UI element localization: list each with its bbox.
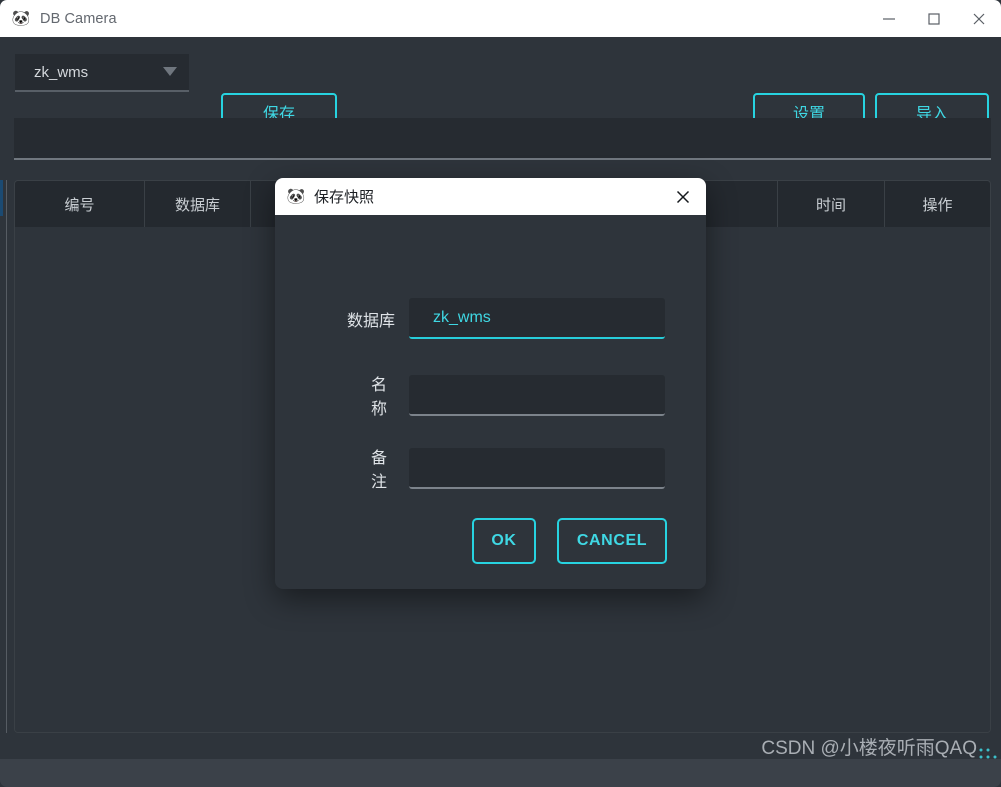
filter-input[interactable] [14, 118, 991, 160]
field-database: 数据库 zk_wms [333, 298, 665, 339]
field-remark-input[interactable] [409, 447, 665, 489]
left-edge-rail [6, 180, 7, 733]
app-window: 🐼 DB Camera zk_wms 保存 设置 导入 编号 数据库 时间 操作… [0, 0, 1001, 787]
minimize-icon[interactable] [866, 0, 911, 37]
watermark-text: CSDN @小楼夜听雨QAQ [761, 738, 977, 759]
dialog-titlebar: 🐼 保存快照 [275, 178, 706, 215]
toolbar: zk_wms 保存 设置 导入 [0, 37, 1001, 130]
field-remark-label: 备 注 [370, 450, 395, 491]
field-database-label: 数据库 [346, 312, 395, 330]
dialog-body: 数据库 zk_wms 名 称 备 注 OK CANCEL [275, 215, 706, 589]
dialog-actions: OK CANCEL [472, 518, 667, 564]
table-column-header[interactable]: 时间 [778, 181, 885, 227]
database-select-value: zk_wms [34, 63, 89, 81]
ok-button[interactable]: OK [472, 518, 536, 564]
table-column-header[interactable]: 数据库 [145, 181, 251, 227]
database-select[interactable]: zk_wms [15, 54, 189, 92]
field-name: 名 称 [333, 371, 665, 419]
window-title: DB Camera [40, 10, 117, 27]
field-name-input[interactable] [409, 374, 665, 416]
window-titlebar: 🐼 DB Camera [0, 0, 1001, 37]
chevron-down-icon [163, 67, 177, 76]
table-column-header[interactable]: 操作 [885, 181, 990, 227]
dialog-title: 保存快照 [314, 189, 375, 206]
dialog-close-icon[interactable] [660, 178, 706, 215]
panda-icon: 🐼 [286, 187, 306, 205]
cancel-button[interactable]: CANCEL [557, 518, 667, 564]
field-name-label: 名 称 [370, 377, 395, 418]
table-column-header[interactable]: 编号 [15, 181, 145, 227]
save-snapshot-dialog: 🐼 保存快照 数据库 zk_wms 名 称 备 注 OK CANCEL [275, 178, 706, 589]
maximize-icon[interactable] [911, 0, 956, 37]
left-edge-accent [0, 180, 3, 216]
panda-icon: 🐼 [11, 9, 31, 27]
close-icon[interactable] [956, 0, 1001, 37]
field-remark: 备 注 [333, 444, 665, 492]
bottom-status-bar [0, 759, 1001, 787]
field-database-input[interactable]: zk_wms [409, 298, 665, 339]
